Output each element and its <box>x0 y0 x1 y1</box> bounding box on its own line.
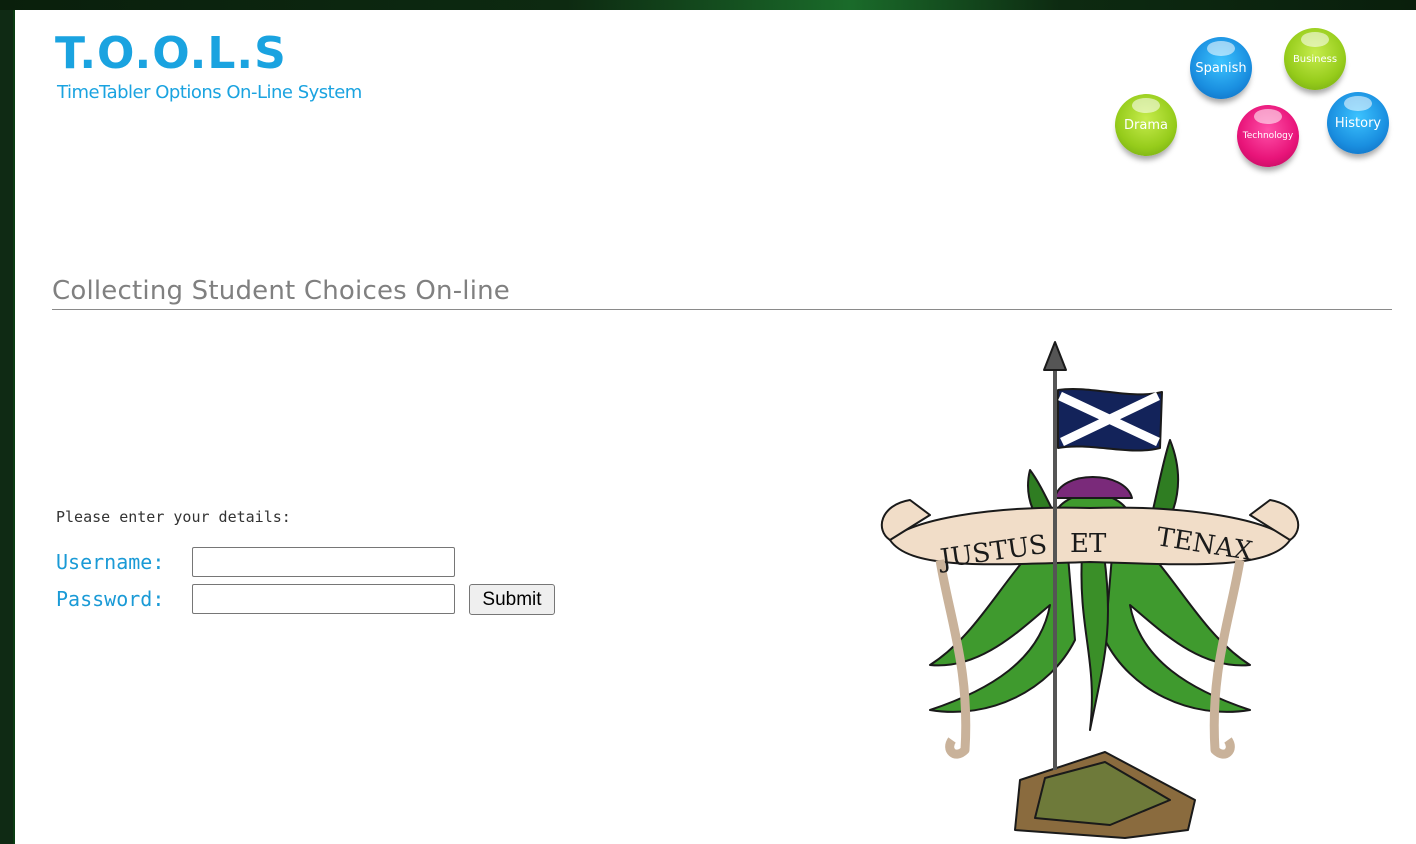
history-bubble-icon: History <box>1327 92 1389 154</box>
school-crest-image: JUSTUS ET TENAX <box>880 341 1300 839</box>
bubble-label-history: History <box>1334 115 1382 131</box>
window-top-strip <box>0 0 1416 10</box>
username-label: Username: <box>56 550 165 574</box>
bubble-label-business: Business <box>1292 53 1338 65</box>
page-heading: Collecting Student Choices On-line <box>52 276 510 306</box>
logo-subtitle: TimeTabler Options On-Line System <box>57 82 362 103</box>
crest-thistle-stem <box>1080 554 1110 731</box>
page-frame: T.O.O.L.S TimeTabler Options On-Line Sys… <box>13 10 1416 844</box>
bubble-label-spanish: Spanish <box>1195 60 1247 76</box>
bubble-label-technology: Technology <box>1242 131 1294 141</box>
technology-bubble-icon: Technology <box>1237 105 1299 167</box>
submit-button[interactable]: Submit <box>469 584 555 615</box>
username-input[interactable] <box>192 547 455 577</box>
bubble-label-drama: Drama <box>1124 117 1168 133</box>
password-input[interactable] <box>192 584 455 614</box>
login-prompt: Please enter your details: <box>56 508 291 526</box>
heading-divider <box>52 309 1392 310</box>
business-bubble-icon: Business <box>1284 28 1346 90</box>
crest-flagpole-tip <box>1043 341 1067 371</box>
spanish-bubble-icon: Spanish <box>1190 37 1252 99</box>
drama-bubble-icon: Drama <box>1115 94 1177 156</box>
crest-thistle-flower <box>1054 476 1133 499</box>
crest-motto-word-2: ET <box>1070 529 1107 559</box>
password-label: Password: <box>56 587 165 611</box>
logo-title: T.O.O.L.S <box>55 28 287 79</box>
